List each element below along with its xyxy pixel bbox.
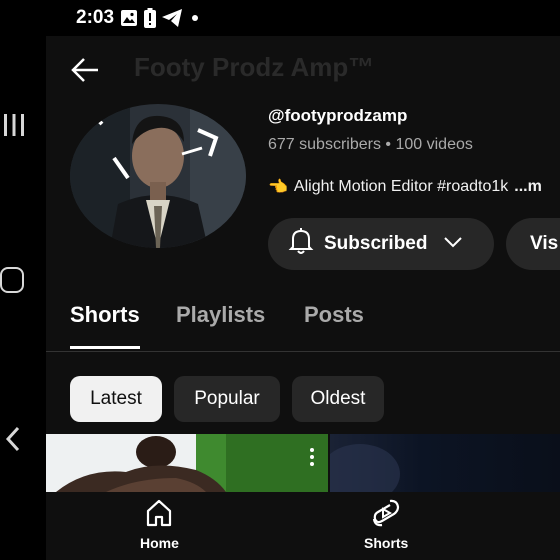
nav-home[interactable]: Home (140, 498, 179, 551)
system-back-icon[interactable] (4, 425, 22, 458)
visit-button[interactable]: Vis (506, 218, 560, 270)
short-thumbnail[interactable] (46, 434, 328, 492)
chip-oldest[interactable]: Oldest (292, 376, 384, 422)
channel-tabs: Shorts Playlists Posts (46, 298, 560, 352)
pointing-emoji-icon: 👈 (268, 179, 288, 196)
short-thumbnail[interactable] (330, 434, 560, 492)
subscriber-count: 677 subscribers (268, 136, 381, 153)
bell-icon (288, 227, 314, 261)
video-count: 100 videos (395, 136, 473, 153)
description-more[interactable]: ...m (514, 178, 542, 196)
channel-avatar[interactable] (70, 104, 246, 248)
channel-title: Footy Prodz Amp™ (134, 52, 375, 82)
chevron-down-icon (443, 233, 463, 255)
nav-shorts-label: Shorts (364, 535, 409, 551)
image-icon (120, 9, 138, 27)
shorts-icon (371, 498, 401, 531)
nav-shorts[interactable]: Shorts (364, 498, 408, 551)
tab-posts[interactable]: Posts (304, 302, 364, 328)
system-home-icon[interactable] (0, 267, 24, 293)
tab-shorts[interactable]: Shorts (70, 302, 140, 328)
telegram-icon (162, 9, 183, 27)
description-text: Alight Motion Editor #roadto1k (293, 178, 509, 195)
chip-popular[interactable]: Popular (174, 376, 280, 422)
arrow-left-icon[interactable] (70, 56, 100, 89)
visit-label: Vis (530, 233, 559, 254)
subscribed-label: Subscribed (324, 233, 428, 254)
nav-home-label: Home (140, 535, 179, 551)
bottom-nav: Home Shorts (46, 492, 560, 560)
youtube-channel-page: Footy Prodz Amp™ @footyprodzamp 677 subs… (46, 36, 560, 560)
home-icon (144, 498, 174, 531)
dot-icon (188, 11, 202, 25)
recents-icon[interactable] (2, 112, 26, 143)
channel-handle: @footyprodzamp (268, 106, 408, 125)
tab-playlists[interactable]: Playlists (176, 302, 265, 328)
stats-separator: • (385, 136, 392, 153)
status-bar: 2:03 (76, 4, 202, 32)
chip-latest[interactable]: Latest (70, 376, 162, 422)
more-vert-icon[interactable] (310, 448, 314, 466)
channel-stats: 677 subscribers • 100 videos (268, 136, 473, 154)
channel-description[interactable]: 👈 Alight Motion Editor #roadto1k ...m (268, 177, 542, 197)
subscribed-button[interactable]: Subscribed (268, 218, 494, 270)
active-tab-indicator (70, 346, 140, 349)
status-time: 2:03 (76, 7, 115, 28)
system-nav-bar (0, 0, 46, 560)
battery-alert-icon (144, 8, 157, 28)
